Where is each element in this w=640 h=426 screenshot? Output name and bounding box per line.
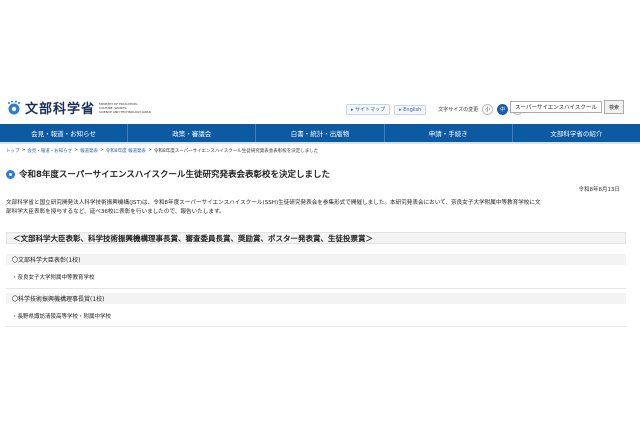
global-nav: 会見・報道・お知らせ 政策・審議会 白書・統計・出版物 申請・手続き 文部科学省… [0, 124, 640, 142]
breadcrumb: トップ > 会見・報道・お知らせ > 報道発表 > 令和8年度 報道発表 > 令… [6, 148, 319, 154]
breadcrumb-press[interactable]: 会見・報道・お知らせ [27, 148, 72, 154]
nav-item-publications[interactable]: 白書・統計・出版物 [256, 124, 385, 142]
page: 文部科学省 MINISTRY OF EDUCATION, CULTURE, SP… [0, 0, 640, 426]
section-heading: 〇科学技術振興機構理事長賞(1校) [6, 293, 626, 304]
search-input[interactable] [510, 101, 602, 113]
article-body: 文部科学省と国立研究開発法人科学技術振興機構(JST)は、令和8年度スーパーサイ… [6, 200, 541, 215]
site-logo[interactable]: 文部科学省 MINISTRY OF EDUCATION, CULTURE, SP… [6, 98, 157, 117]
nav-item-about[interactable]: 文部科学省の紹介 [513, 124, 640, 142]
search-button[interactable]: 検索 [604, 100, 625, 114]
list-item: ・長野県諏訪清陵高等学校・附属中学校 [12, 314, 112, 320]
english-link[interactable]: ▸ English [394, 104, 427, 115]
page-title: 令和8年度スーパーサイエンスハイスクール生徒研究発表会表彰校を決定しました [19, 170, 330, 180]
nav-item-applications[interactable]: 申請・手続き [385, 124, 513, 142]
utility-bar: ▸ サイトマップ ▸ English 文字サイズの変更 小 中 大 [346, 104, 524, 115]
font-size-label: 文字サイズの変更 [438, 107, 479, 113]
nav-item-press[interactable]: 会見・報道・お知らせ [0, 124, 129, 142]
nav-item-policy[interactable]: 政策・審議会 [128, 124, 257, 142]
section-divider [6, 288, 626, 289]
sitemap-link[interactable]: ▸ サイトマップ [346, 104, 391, 115]
site-search: 検索 [510, 100, 625, 114]
font-size-small-button[interactable]: 小 [482, 104, 494, 115]
publish-date: 令和8年8月13日 [578, 187, 621, 193]
award-categories-heading: ＜文部科学大臣表彰、科学技術振興機構理事長賞、審査委員長賞、奨励賞、ポスター発表… [6, 232, 626, 244]
section-divider [6, 326, 626, 327]
logo-mark-icon [6, 100, 22, 116]
breadcrumb-press-release[interactable]: 報道発表 [80, 148, 98, 154]
title-bullet-icon [6, 169, 15, 179]
breadcrumb-year[interactable]: 令和8年度 報道発表 [106, 148, 146, 154]
nav-divider [0, 142, 640, 144]
font-size-medium-button[interactable]: 中 [497, 104, 509, 115]
logo-text: 文部科学省 [25, 102, 96, 117]
list-item: ・奈良女子大学附属中等教育学校 [12, 275, 95, 281]
page-title-block: 令和8年度スーパーサイエンスハイスクール生徒研究発表会表彰校を決定しました [6, 168, 330, 180]
site-header: 文部科学省 MINISTRY OF EDUCATION, CULTURE, SP… [0, 92, 640, 122]
breadcrumb-top[interactable]: トップ [6, 148, 20, 154]
logo-subtitle: MINISTRY OF EDUCATION, CULTURE, SPORTS, … [99, 101, 151, 114]
section-heading: 〇文部科学大臣表彰(1校) [6, 254, 626, 265]
breadcrumb-current: 令和8年度スーパーサイエンスハイスクール生徒研究発表会表彰校を決定しました [153, 149, 319, 154]
